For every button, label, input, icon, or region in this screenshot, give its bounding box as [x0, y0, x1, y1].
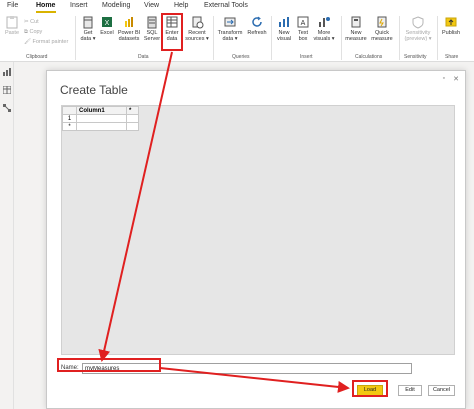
- ribbon-separator: [399, 16, 400, 60]
- quick-measure-icon: [377, 16, 387, 28]
- quick-measure-button[interactable]: Quick measure: [370, 15, 394, 42]
- new-visual-label-2: visual: [276, 36, 292, 42]
- data-group-label: Data: [138, 54, 149, 60]
- transform-label-2: data ▾: [222, 36, 238, 42]
- name-field-highlight: [57, 358, 161, 372]
- svg-text:X: X: [105, 20, 110, 27]
- new-measure-button[interactable]: New measure: [344, 15, 368, 42]
- restore-icon[interactable]: ▫: [443, 75, 445, 82]
- enter-data-highlight: [161, 13, 183, 51]
- pbi-datasets-button[interactable]: Power BI datasets: [117, 15, 141, 42]
- cut-label: Cut: [30, 19, 39, 25]
- sensitivity-label-2: (preview) ▾: [404, 36, 432, 42]
- excel-icon: X: [102, 17, 112, 27]
- tab-file[interactable]: File: [7, 2, 18, 9]
- power-bi-window: File Home Insert Modeling View Help Exte…: [0, 0, 474, 409]
- more-visuals-button[interactable]: More visuals ▾: [312, 15, 336, 42]
- transform-icon: [224, 17, 236, 27]
- publish-icon: [445, 17, 457, 27]
- column-header[interactable]: Column1: [76, 106, 127, 115]
- data-grid-area: Column1 * 1 *: [61, 105, 455, 355]
- ribbon-separator: [271, 16, 272, 60]
- sql-label-2: Server: [143, 36, 161, 42]
- tab-modeling[interactable]: Modeling: [102, 2, 130, 9]
- sensitivity-group-label: Sensitivity: [404, 54, 427, 60]
- ribbon-separator: [437, 16, 438, 60]
- excel-button[interactable]: X Excel: [98, 15, 116, 36]
- new-visual-button[interactable]: New visual: [274, 15, 294, 42]
- get-data-label-2: data ▾: [80, 36, 96, 42]
- table-cell[interactable]: [126, 114, 139, 123]
- text-box-button[interactable]: A Text box: [295, 15, 311, 42]
- transform-data-button[interactable]: Transform data ▾: [216, 15, 244, 42]
- tab-view[interactable]: View: [144, 2, 159, 9]
- publish-label: Publish: [441, 30, 461, 36]
- sql-server-button[interactable]: SQL Server: [143, 15, 161, 42]
- more-visuals-icon: [319, 17, 330, 27]
- paste-label: Paste: [4, 30, 20, 36]
- share-group-label: Share: [445, 54, 459, 60]
- refresh-label: Refresh: [247, 30, 267, 36]
- sql-server-icon: [147, 16, 157, 29]
- quick-measure-label-2: measure: [371, 36, 393, 42]
- copy-label: Copy: [29, 29, 43, 35]
- table-cell[interactable]: [126, 122, 139, 131]
- row-number: 1: [62, 114, 77, 123]
- more-visuals-label-2: visuals ▾: [313, 36, 335, 42]
- shield-icon: [412, 16, 424, 29]
- close-icon[interactable]: ✕: [453, 75, 459, 83]
- tab-insert[interactable]: Insert: [70, 2, 88, 9]
- refresh-icon: [252, 16, 262, 27]
- row-number: *: [62, 122, 77, 131]
- refresh-button[interactable]: Refresh: [246, 15, 268, 36]
- data-entry-table: Column1 * 1 *: [62, 106, 139, 131]
- tab-help[interactable]: Help: [174, 2, 188, 9]
- clipboard-group-label: Clipboard: [26, 54, 48, 60]
- format-painter-label: Format painter: [32, 39, 69, 45]
- corner-cell: [62, 106, 77, 115]
- get-data-button[interactable]: Get data ▾: [79, 15, 97, 42]
- text-box-label-2: box: [298, 36, 308, 42]
- new-measure-label-2: measure: [345, 36, 367, 42]
- data-view-icon[interactable]: [3, 86, 11, 94]
- ribbon-separator: [341, 16, 342, 60]
- text-box-icon: A: [297, 16, 309, 28]
- load-button-highlight: [352, 380, 388, 397]
- recent-label-2: sources ▾: [185, 36, 209, 42]
- sensitivity-button[interactable]: Sensitivity (preview) ▾: [402, 15, 434, 42]
- queries-group-label: Queries: [232, 54, 250, 60]
- cancel-button[interactable]: Cancel: [428, 385, 455, 396]
- ribbon-separator: [75, 16, 76, 60]
- paste-button[interactable]: Paste: [3, 15, 21, 36]
- dataset-icon: [125, 17, 133, 27]
- calculator-icon: [351, 16, 361, 28]
- bar-chart-icon: [279, 17, 289, 27]
- menu-bar: File Home Insert Modeling View Help Exte…: [0, 0, 474, 13]
- svg-text:A: A: [301, 20, 306, 27]
- table-cell[interactable]: [76, 114, 127, 123]
- clipboard-icon: [6, 16, 18, 29]
- model-view-icon[interactable]: [3, 104, 11, 112]
- dialog-title: Create Table: [60, 83, 128, 97]
- report-view-icon[interactable]: [3, 68, 11, 76]
- format-painter-button[interactable]: 🖌 Format painter: [24, 39, 68, 45]
- pbi-label-2: datasets: [118, 36, 140, 42]
- ribbon: Paste ✂ Cut ⧉ Copy 🖌 Format painter Clip…: [0, 13, 474, 62]
- tab-external-tools[interactable]: External Tools: [204, 2, 248, 9]
- ribbon-separator: [213, 16, 214, 60]
- recent-sources-button[interactable]: Recent sources ▾: [184, 15, 210, 42]
- insert-group-label: Insert: [300, 54, 313, 60]
- database-icon: [83, 16, 93, 29]
- cut-button[interactable]: ✂ Cut: [24, 19, 39, 25]
- tab-home[interactable]: Home: [36, 2, 55, 9]
- calculations-group-label: Calculations: [355, 54, 383, 60]
- view-rail: [0, 62, 14, 409]
- add-column-header[interactable]: *: [126, 106, 139, 115]
- publish-button[interactable]: Publish: [440, 15, 462, 36]
- table-cell[interactable]: [76, 122, 127, 131]
- edit-button[interactable]: Edit: [398, 385, 422, 396]
- excel-label: Excel: [100, 30, 114, 36]
- recent-sources-icon: [192, 16, 204, 29]
- copy-button[interactable]: ⧉ Copy: [24, 29, 42, 36]
